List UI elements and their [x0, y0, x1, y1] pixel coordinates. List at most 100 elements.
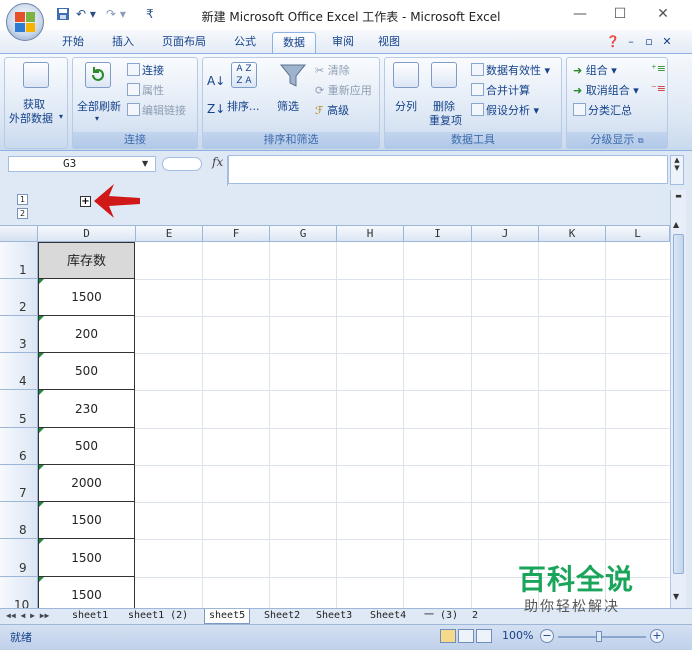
cell-d6[interactable]: 500 — [38, 428, 135, 465]
worksheet-grid[interactable]: D E F G H I J K L 1 2 3 4 5 6 7 8 9 10 库… — [0, 226, 670, 608]
what-if-button[interactable]: 假设分析 ▾ — [471, 102, 539, 118]
formula-expand-icon[interactable]: ▲ ▼ — [670, 155, 684, 185]
minimize-button[interactable]: — — [565, 4, 595, 24]
tab-view[interactable]: 视图 — [372, 32, 406, 53]
zoom-out-icon[interactable]: − — [540, 629, 554, 643]
column-header-i[interactable]: I — [404, 226, 472, 242]
close-button[interactable]: ✕ — [648, 4, 678, 24]
group-arrow-icon: ➜ — [573, 64, 586, 77]
group-button[interactable]: ➜ 组合 ▾ — [573, 62, 617, 78]
column-header-h[interactable]: H — [337, 226, 404, 242]
column-header-g[interactable]: G — [270, 226, 337, 242]
sheet-nav-icon[interactable]: ◀◀ ◀ ▶ ▶▶ — [2, 609, 53, 624]
properties-button[interactable]: 属性 — [127, 82, 164, 98]
sheet-tab-2[interactable]: 2 — [468, 609, 482, 624]
expand-group-button[interactable]: + — [80, 196, 91, 207]
ungroup-button[interactable]: ➜ 取消组合 ▾ — [573, 82, 639, 98]
normal-view-icon[interactable] — [440, 629, 456, 643]
ribbon-restore-icon[interactable]: ▫ — [642, 32, 656, 53]
row-header-2[interactable]: 2 — [0, 279, 38, 316]
outline-level-2[interactable]: 2 — [17, 208, 28, 219]
ribbon-minimize-icon[interactable]: – — [624, 32, 638, 53]
reapply-button[interactable]: ⟳ 重新应用 — [315, 82, 372, 98]
clear-button[interactable]: ✂ 清除 — [315, 62, 350, 78]
column-header-f[interactable]: F — [203, 226, 270, 242]
cell-d7[interactable]: 2000 — [38, 465, 135, 502]
select-all-corner[interactable] — [0, 226, 38, 242]
cell-d3[interactable]: 200 — [38, 316, 135, 353]
formula-input[interactable] — [228, 155, 668, 184]
column-header-e[interactable]: E — [136, 226, 203, 242]
column-header-l[interactable]: L — [606, 226, 670, 242]
zoom-level[interactable]: 100% — [502, 629, 533, 642]
ribbon-close-icon[interactable]: ✕ — [660, 32, 674, 53]
chevron-down-icon[interactable]: ▼ — [142, 159, 148, 168]
tab-data[interactable]: 数据 — [272, 32, 316, 53]
group-connections: 全部刷新 ▾ 连接 属性 编辑链接 连接 — [72, 57, 198, 149]
show-detail-icon[interactable]: ⁺≡ — [651, 62, 666, 75]
column-header-k[interactable]: K — [539, 226, 606, 242]
row-header-5[interactable]: 5 — [0, 390, 38, 428]
row-header-7[interactable]: 7 — [0, 465, 38, 502]
text-to-columns-button[interactable]: 分列 — [395, 98, 417, 114]
tab-formulas[interactable]: 公式 — [228, 32, 262, 53]
zoom-slider-track[interactable] — [558, 636, 646, 638]
tab-home[interactable]: 开始 — [56, 32, 90, 53]
sheet-tab-sheet2[interactable]: Sheet2 — [260, 609, 304, 624]
edit-links-button[interactable]: 编辑链接 — [127, 102, 186, 118]
consolidate-button[interactable]: 合并计算 — [471, 82, 530, 98]
sheet-tab-sheet4[interactable]: Sheet4 — [366, 609, 410, 624]
cell-d4[interactable]: 500 — [38, 353, 135, 390]
sheet-tab-sheet5[interactable]: sheet5 — [204, 609, 251, 624]
scroll-down-icon[interactable]: ▼ — [673, 592, 679, 601]
sort-descending-icon[interactable]: Z↓ — [207, 102, 225, 116]
sort-button[interactable]: 排序... — [227, 98, 260, 114]
sheet-tab-3[interactable]: 一 (3) — [420, 609, 462, 624]
tab-page-layout[interactable]: 页面布局 — [156, 32, 212, 53]
scroll-up-icon[interactable]: ▲ — [673, 220, 679, 229]
vertical-scrollbar[interactable]: ▬ ▲ ▼ — [670, 190, 686, 608]
hide-detail-icon[interactable]: ⁻≡ — [651, 82, 666, 95]
row-header-8[interactable]: 8 — [0, 502, 38, 539]
cell-d9[interactable]: 1500 — [38, 539, 135, 577]
zoom-slider-thumb[interactable] — [596, 631, 602, 642]
filter-button[interactable]: 筛选 — [277, 98, 299, 114]
formula-cancel-icon[interactable] — [162, 157, 202, 171]
row-header-6[interactable]: 6 — [0, 428, 38, 465]
data-validation-button[interactable]: 数据有效性 ▾ — [471, 62, 550, 78]
sheet-tab-sheet1-2[interactable]: sheet1 (2) — [124, 609, 192, 624]
sheet-tab-sheet3[interactable]: Sheet3 — [312, 609, 356, 624]
row-header-3[interactable]: 3 — [0, 316, 38, 353]
name-box[interactable]: G3 — [8, 156, 156, 172]
zoom-in-icon[interactable]: + — [650, 629, 664, 643]
cell-d5[interactable]: 230 — [38, 390, 135, 428]
tab-review[interactable]: 审阅 — [326, 32, 360, 53]
maximize-button[interactable]: ☐ — [605, 4, 635, 24]
cell-d2[interactable]: 1500 — [38, 279, 135, 316]
row-header-4[interactable]: 4 — [0, 353, 38, 390]
insert-function-icon[interactable]: fx — [212, 155, 223, 169]
connections-button[interactable]: 连接 — [127, 62, 164, 78]
subtotal-button[interactable]: 分类汇总 — [573, 102, 632, 118]
cell-d8[interactable]: 1500 — [38, 502, 135, 539]
dialog-launcher-icon[interactable]: ⧉ — [638, 136, 644, 145]
sheet-tab-sheet1[interactable]: sheet1 — [68, 609, 112, 624]
page-layout-view-icon[interactable] — [458, 629, 474, 643]
refresh-all-button[interactable]: 全部刷新 — [77, 98, 121, 114]
column-header-d[interactable]: D — [38, 226, 136, 242]
row-header-9[interactable]: 9 — [0, 539, 38, 577]
help-icon[interactable]: ❓ — [604, 32, 622, 53]
page-break-view-icon[interactable] — [476, 629, 492, 643]
outline-level-1[interactable]: 1 — [17, 194, 28, 205]
split-box-icon[interactable]: ▬ — [673, 192, 684, 202]
sort-ascending-icon[interactable]: A↓ — [207, 74, 225, 88]
column-header-j[interactable]: J — [472, 226, 539, 242]
office-button[interactable] — [6, 3, 44, 41]
scroll-thumb[interactable] — [673, 234, 684, 574]
tab-insert[interactable]: 插入 — [106, 32, 140, 53]
row-header-10[interactable]: 10 — [0, 577, 38, 608]
cell-d1-header[interactable]: 库存数 — [38, 242, 135, 279]
cell-d10[interactable]: 1500 — [38, 577, 135, 608]
advanced-button[interactable]: ℱ 高级 — [315, 102, 349, 118]
row-header-1[interactable]: 1 — [0, 242, 38, 279]
